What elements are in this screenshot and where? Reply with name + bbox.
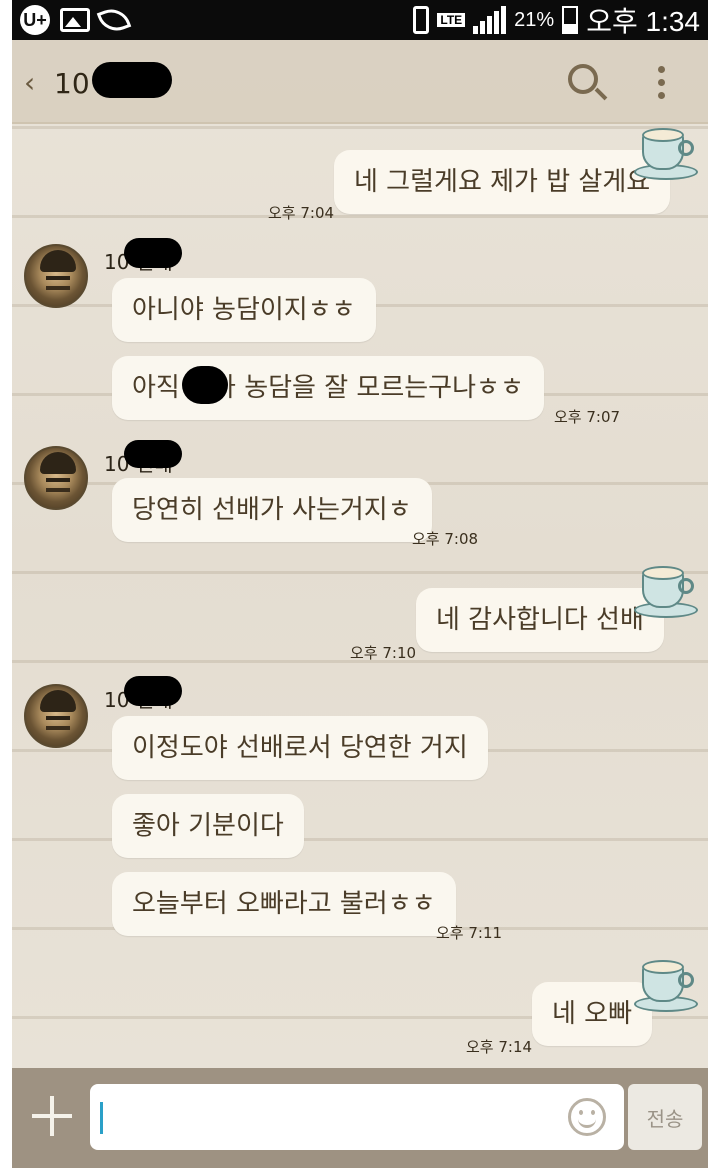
teacup-icon — [634, 956, 698, 1016]
message-bubble-incoming[interactable]: 좋아 기분이다 — [112, 794, 304, 858]
message-time: 오후 7:08 — [412, 530, 479, 548]
message-bubble-incoming[interactable]: 아니야 농담이지ㅎㅎ — [112, 278, 376, 342]
chat-header: ‹ 10 선배 — [12, 40, 708, 124]
teacup-icon — [634, 124, 698, 184]
emoji-icon[interactable] — [568, 1098, 606, 1136]
redaction-mark — [124, 676, 182, 706]
message-bubble-outgoing[interactable]: 네 그럴게요 제가 밥 살게요 — [334, 150, 671, 214]
more-options-icon[interactable] — [658, 66, 666, 102]
message-time: 오후 7:11 — [436, 924, 503, 942]
message-bubble-incoming[interactable]: 오늘부터 오빠라고 불러ㅎㅎ — [112, 872, 456, 936]
clock: 오후 1:34 — [586, 6, 700, 37]
redaction-mark — [124, 238, 182, 268]
message-time: 오후 7:10 — [350, 644, 417, 662]
avatar[interactable] — [24, 244, 88, 308]
plus-icon[interactable] — [32, 1096, 72, 1136]
send-button[interactable]: 전송 — [628, 1084, 702, 1150]
phone-icon — [413, 6, 430, 34]
image-notification-icon — [60, 8, 90, 32]
back-icon[interactable]: ‹ — [24, 66, 35, 99]
message-time: 오후 7:04 — [268, 204, 335, 222]
message-bubble-incoming[interactable]: 이정도야 선배로서 당연한 거지 — [112, 716, 488, 780]
avatar[interactable] — [24, 684, 88, 748]
teacup-icon — [634, 562, 698, 622]
message-bubble-incoming[interactable]: 당연히 선배가 사는거지ㅎ — [112, 478, 432, 542]
message-time: 오후 7:07 — [554, 408, 621, 426]
signal-icon — [473, 6, 507, 34]
battery-icon — [562, 6, 579, 34]
message-time: 오후 7:14 — [466, 1038, 533, 1056]
carrier-icon: U+ — [20, 5, 50, 35]
redaction-mark — [124, 440, 182, 468]
leaf-notification-icon — [96, 3, 132, 37]
text-cursor — [100, 1102, 103, 1134]
battery-percent: 21% — [514, 8, 555, 31]
message-bubble-incoming[interactable]: 아직 이가 농담을 잘 모르는구나ㅎㅎ — [112, 356, 544, 420]
redaction-mark — [92, 62, 172, 98]
search-icon[interactable] — [568, 64, 598, 94]
redaction-mark — [182, 366, 228, 404]
network-type: LTE — [437, 13, 466, 27]
avatar[interactable] — [24, 446, 88, 510]
status-bar: U+ LTE 21% 오후 1:34 — [12, 0, 708, 40]
message-input-bar: 전송 — [12, 1068, 708, 1168]
message-bubble-outgoing[interactable]: 네 감사합니다 선배 — [416, 588, 664, 652]
message-input[interactable] — [90, 1084, 624, 1150]
chat-screen: U+ LTE 21% 오후 1:34 ‹ 10 선배 네 그럴게요 제가 밥 살… — [12, 0, 708, 1168]
